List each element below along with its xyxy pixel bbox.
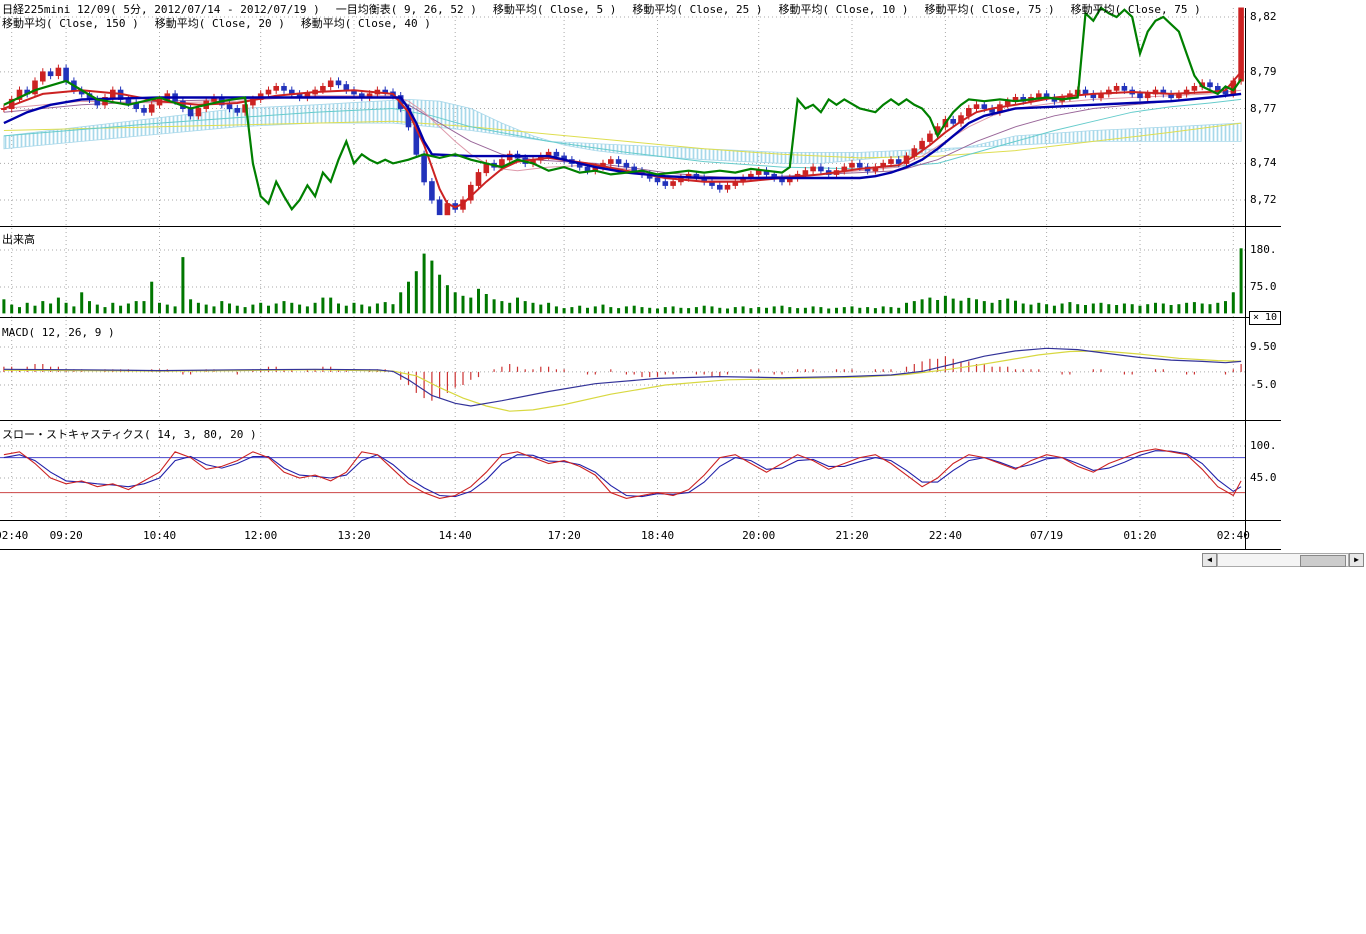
legend-item: 移動平均( Close, 5 ) (493, 3, 616, 16)
scroll-right-button[interactable]: ▶ (1349, 553, 1364, 567)
time-axis-label: 10:40 (140, 529, 180, 542)
time-axis-label: 09:20 (46, 529, 86, 542)
time-axis-label: 21:20 (832, 529, 872, 542)
scroll-left-button[interactable]: ◀ (1202, 553, 1217, 567)
legend-item: 移動平均( Close, 150 ) (2, 17, 139, 30)
scrollbar-thumb[interactable] (1300, 555, 1346, 567)
time-axis-label: 01:20 (1120, 529, 1160, 542)
macd-panel-label: MACD( 12, 26, 9 ) (2, 326, 115, 339)
scrollbar-track[interactable] (1217, 553, 1349, 567)
price-axis-label: 8,77 (1250, 102, 1277, 115)
time-axis-label: 14:40 (435, 529, 475, 542)
price-axis-label: 8,74 (1250, 156, 1277, 169)
macd-axis-label: 9.50 (1250, 340, 1277, 353)
price-axis-label: 8,79 (1250, 65, 1277, 78)
chart-application-window: 日経225mini 12/09( 5分, 2012/07/14 - 2012/0… (0, 0, 1366, 934)
volume-panel-label: 出来高 (2, 231, 35, 247)
time-axis-label: 22:40 (925, 529, 965, 542)
stoch-axis-label: 45.0 (1250, 471, 1277, 484)
time-axis-label: 02:40 (0, 529, 32, 542)
price-axis-label: 8,82 (1250, 10, 1277, 23)
legend-item: 移動平均( Close, 75 ) (925, 3, 1055, 16)
legend-item: 移動平均( Close, 20 ) (155, 17, 285, 30)
time-axis-label: 17:20 (544, 529, 584, 542)
stoch-axis-label: 100. (1250, 439, 1277, 452)
volume-axis-label: 180. (1250, 243, 1277, 256)
volume-bars (2, 248, 1242, 313)
chikou-span-line (4, 8, 1241, 209)
chart-legend-line-2: 移動平均( Close, 150 ) 移動平均( Close, 20 ) 移動平均(… (2, 15, 447, 31)
time-axis-label: 18:40 (638, 529, 678, 542)
macd-histogram (4, 356, 1241, 401)
volume-axis-label: 75.0 (1250, 280, 1277, 293)
stochastics-panel-label: スロー・ストキャスティクス( 14, 3, 80, 20 ) (2, 426, 257, 442)
legend-item: 移動平均( Close, 10 ) (778, 3, 908, 16)
chart-canvas (0, 0, 1366, 560)
horizontal-scrollbar[interactable]: ◀ ▶ (1202, 553, 1364, 567)
time-axis-label: 13:20 (334, 529, 374, 542)
legend-item: 移動平均( Close, 75 ) (1071, 3, 1201, 16)
time-axis-label: 12:00 (241, 529, 281, 542)
time-axis-label: 07/19 (1027, 529, 1067, 542)
legend-item: 移動平均( Close, 40 ) (301, 17, 431, 30)
volume-multiplier-badge: × 10 (1249, 311, 1281, 325)
price-axis-label: 8,72 (1250, 193, 1277, 206)
macd-axis-label: -5.0 (1250, 378, 1277, 391)
time-axis-label: 20:00 (739, 529, 779, 542)
macd-line (4, 348, 1241, 406)
legend-item: 移動平均( Close, 25 ) (632, 3, 762, 16)
candlestick-series (2, 8, 1244, 215)
time-axis-label: 02:40 (1213, 529, 1253, 542)
